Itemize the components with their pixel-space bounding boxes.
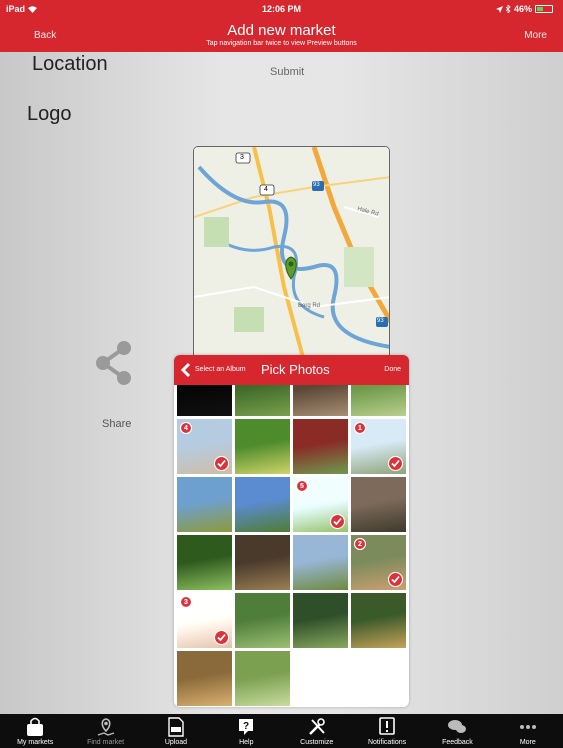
tab-label: More — [519, 739, 536, 746]
selection-order-badge: 2 — [354, 538, 366, 550]
photo-thumbnail[interactable]: 1 — [351, 419, 406, 474]
logo-label: Logo — [27, 103, 72, 125]
done-button[interactable]: Done — [384, 366, 401, 373]
help-icon: ? — [239, 719, 254, 735]
location-label: Location — [32, 53, 108, 75]
tab-label: Help — [239, 739, 254, 746]
battery-percent: 46% — [513, 4, 532, 14]
tab-notifications[interactable]: Notifications — [352, 714, 422, 748]
map-shield-3: 3 — [240, 154, 244, 161]
map-graphic — [194, 147, 389, 359]
bag-icon — [27, 717, 44, 736]
location-map[interactable]: 3 4 93 93 Hale Rd Borg Rd — [193, 146, 390, 360]
clock: 12:06 PM — [261, 4, 302, 14]
share-icon[interactable] — [93, 340, 135, 386]
tab-upload[interactable]: Upload — [141, 714, 211, 748]
photo-thumbnail[interactable]: 5 — [293, 477, 348, 532]
photo-thumbnail[interactable] — [351, 477, 406, 532]
photo-picker: Select an Album Pick Photos Done 4 1 5 2 3 — [174, 355, 409, 707]
photo-grid[interactable]: 4 1 5 2 3 — [174, 385, 409, 707]
chevron-left-icon[interactable] — [179, 362, 193, 378]
tab-more[interactable]: More — [493, 714, 563, 748]
map-shield-4: 4 — [264, 186, 268, 193]
notification-icon — [379, 717, 395, 735]
photo-thumbnail[interactable] — [293, 593, 348, 648]
photo-thumbnail[interactable] — [293, 419, 348, 474]
status-bar: iPad 12:06 PM 46% — [0, 0, 563, 18]
selection-order-badge: 3 — [180, 596, 192, 608]
tab-customize[interactable]: Customize — [282, 714, 352, 748]
tab-label: Notifications — [367, 739, 407, 746]
photo-thumbnail[interactable] — [235, 419, 290, 474]
tools-icon — [308, 718, 325, 735]
location-arrow-icon — [495, 5, 503, 13]
selection-order-badge: 5 — [296, 480, 308, 492]
photo-thumbnail[interactable] — [177, 651, 232, 706]
share-label: Share — [102, 418, 132, 430]
tab-my-markets[interactable]: My markets — [0, 714, 70, 748]
photo-thumbnail[interactable] — [235, 535, 290, 590]
photo-thumbnail[interactable] — [235, 385, 290, 416]
select-album-button[interactable]: Select an Album — [195, 366, 246, 373]
photo-thumbnail[interactable] — [293, 535, 348, 590]
checkmark-icon — [214, 456, 229, 471]
battery-icon — [535, 5, 553, 13]
tab-label: Find market — [87, 739, 125, 746]
svg-text:?: ? — [243, 721, 249, 732]
tab-find-market[interactable]: Find market — [71, 714, 141, 748]
pdf-icon — [168, 717, 184, 737]
map-road-label: Borg Rd — [298, 303, 321, 309]
map-shield-93-south: 93 — [377, 318, 384, 324]
tab-label: Feedback — [442, 739, 473, 746]
photo-thumbnail[interactable] — [177, 385, 232, 416]
photo-thumbnail[interactable] — [351, 385, 406, 416]
more-button[interactable]: More — [524, 30, 547, 41]
photo-thumbnail[interactable]: 3 — [177, 593, 232, 648]
navigation-bar[interactable]: Back Add new market Tap navigation bar t… — [0, 18, 563, 52]
more-icon — [519, 725, 536, 729]
nav-subtitle: Tap navigation bar twice to view Preview… — [206, 40, 357, 47]
checkmark-icon — [388, 572, 403, 587]
tab-feedback[interactable]: Feedback — [422, 714, 492, 748]
nav-title: Add new market — [227, 22, 336, 39]
photo-thumbnail[interactable]: 2 — [351, 535, 406, 590]
selection-order-badge: 1 — [354, 422, 366, 434]
tab-label: My markets — [17, 739, 54, 746]
checkmark-icon — [388, 456, 403, 471]
selection-order-badge: 4 — [180, 422, 192, 434]
tab-label: Customize — [300, 739, 334, 746]
photo-thumbnail[interactable] — [177, 535, 232, 590]
feedback-icon — [448, 720, 467, 733]
map-shield-93-north: 93 — [313, 182, 320, 188]
photo-thumbnail[interactable]: 4 — [177, 419, 232, 474]
picker-header: Select an Album Pick Photos Done — [174, 355, 409, 385]
photo-thumbnail[interactable] — [235, 477, 290, 532]
checkmark-icon — [214, 630, 229, 645]
picker-title: Pick Photos — [261, 362, 330, 377]
checkmark-icon — [330, 514, 345, 529]
photo-thumbnail[interactable] — [177, 477, 232, 532]
tab-help[interactable]: ? Help — [211, 714, 281, 748]
photo-thumbnail[interactable] — [293, 385, 348, 416]
photo-thumbnail[interactable] — [351, 593, 406, 648]
tab-bar: My markets Find market Upload ? Help Cus… — [0, 714, 563, 748]
map-pin-icon — [97, 718, 114, 736]
submit-button[interactable]: Submit — [270, 66, 304, 78]
bluetooth-icon — [505, 5, 511, 13]
tab-label: Upload — [164, 739, 188, 746]
photo-thumbnail[interactable] — [235, 651, 290, 706]
photo-thumbnail[interactable] — [235, 593, 290, 648]
